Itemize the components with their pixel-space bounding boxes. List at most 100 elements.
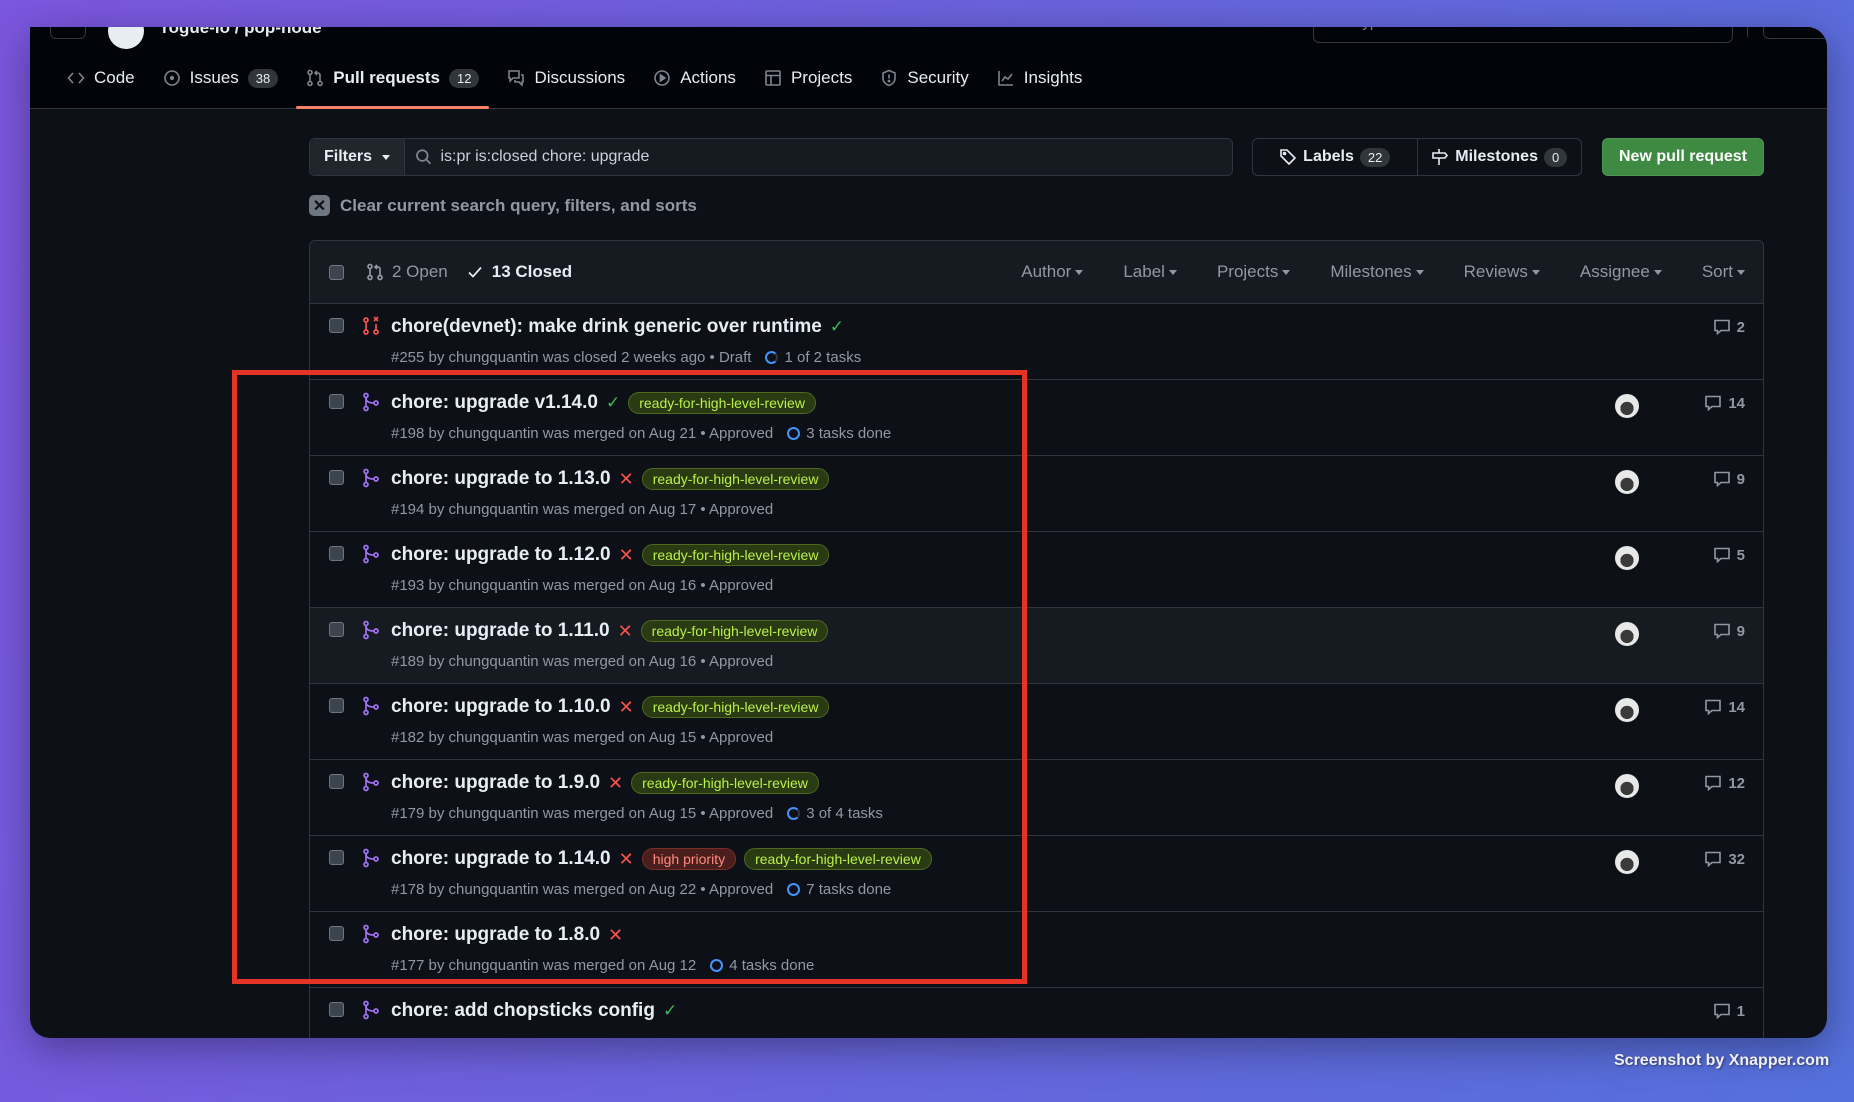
assignee-avatar[interactable] [1615,546,1639,570]
tab-insights[interactable]: Insights [987,62,1093,108]
pr-meta: #179 by chungquantin was merged on Aug 1… [391,805,774,822]
check-failure-icon[interactable]: ✕ [618,621,633,642]
clear-filters-link[interactable]: ✕ Clear current search query, filters, a… [309,195,697,216]
new-pull-request-button[interactable]: New pull request [1602,138,1764,176]
label-badge[interactable]: ready-for-high-level-review [641,696,830,718]
pr-title-link[interactable]: chore: upgrade to 1.13.0 [391,468,611,490]
row-checkbox[interactable] [329,546,344,561]
tab-discussions[interactable]: Discussions [497,62,635,108]
comments-link[interactable]: 14 [1704,394,1745,412]
comments-link[interactable]: 32 [1704,850,1745,868]
tab-issues[interactable]: Issues 38 [153,62,289,108]
sorter-author[interactable]: Author [1021,262,1084,282]
row-checkbox[interactable] [329,926,344,941]
assignee-avatar[interactable] [1615,850,1639,874]
sorter-label[interactable]: Label [1123,262,1177,282]
label-badge[interactable]: ready-for-high-level-review [641,544,830,566]
pr-title-link[interactable]: chore: upgrade to 1.14.0 [391,848,611,870]
comments-link[interactable]: 2 [1713,318,1745,336]
pr-title-link[interactable]: chore: upgrade to 1.9.0 [391,772,600,794]
tab-actions[interactable]: Actions [643,62,746,108]
assignee-avatar[interactable] [1615,622,1639,646]
label-badge[interactable]: ready-for-high-level-review [628,392,816,414]
tab-security[interactable]: Security [870,62,978,108]
tab-pull-requests[interactable]: Pull requests 12 [296,62,490,109]
assignee-avatar[interactable] [1615,698,1639,722]
comments-link[interactable]: 12 [1704,774,1745,792]
row-checkbox[interactable] [329,774,344,789]
check-failure-icon[interactable]: ✕ [619,469,634,490]
sorter-milestones[interactable]: Milestones [1330,262,1424,282]
pull-request-row[interactable]: chore: add chopsticks config ✓ 1 [310,988,1763,1038]
pull-request-row[interactable]: chore: upgrade to 1.13.0 ✕ ready-for-high-… [310,456,1763,532]
sorter-sort[interactable]: Sort [1702,262,1745,282]
select-all-checkbox[interactable] [329,264,344,280]
pr-title-link[interactable]: chore: upgrade to 1.10.0 [391,696,611,718]
pull-request-row[interactable]: chore: upgrade to 1.10.0 ✕ ready-for-high-… [310,684,1763,760]
check-failure-icon[interactable]: ✕ [608,925,623,946]
pr-title-link[interactable]: chore: add chopsticks config [391,1000,655,1022]
open-filter-tab[interactable]: 2 Open [366,262,448,282]
comments-link[interactable]: 1 [1713,1002,1745,1020]
check-failure-icon[interactable]: ✕ [608,773,623,794]
check-success-icon[interactable]: ✓ [663,1001,677,1021]
pull-request-row[interactable]: chore: upgrade to 1.8.0 ✕ #177 by chungqua… [310,912,1763,988]
pr-meta: #255 by chungquantin was closed 2 weeks … [391,349,752,366]
pull-request-row[interactable]: chore: upgrade to 1.11.0 ✕ ready-for-high-… [310,608,1763,684]
check-failure-icon[interactable]: ✕ [619,545,634,566]
row-checkbox[interactable] [329,394,344,409]
pull-request-row[interactable]: chore: upgrade v1.14.0 ✓ ready-for-high-le… [310,380,1763,456]
pull-request-row[interactable]: chore: upgrade to 1.12.0 ✕ ready-for-high-… [310,532,1763,608]
pr-title-link[interactable]: chore: upgrade to 1.11.0 [391,620,610,642]
repo-breadcrumb[interactable]: rogue-io / pop-node [162,27,322,38]
row-checkbox[interactable] [329,318,344,333]
search-field[interactable] [405,139,1232,175]
row-checkbox[interactable] [329,850,344,865]
check-failure-icon[interactable]: ✕ [619,697,634,718]
row-checkbox[interactable] [329,470,344,485]
comments-link[interactable]: 5 [1713,546,1745,564]
github-logo-icon[interactable] [108,27,144,49]
header-action-button[interactable] [1763,27,1827,39]
table-icon [765,70,781,86]
tab-projects[interactable]: Projects [754,62,862,108]
sorter-reviews[interactable]: Reviews [1464,262,1540,282]
labels-button[interactable]: Labels 22 [1253,139,1417,175]
label-badge[interactable]: ready-for-high-level-review [744,848,932,870]
check-failure-icon[interactable]: ✕ [619,849,634,870]
row-checkbox[interactable] [329,1002,344,1017]
pull-request-row[interactable]: chore(devnet): make drink generic over r… [310,304,1763,380]
comments-link[interactable]: 14 [1704,698,1745,716]
milestones-button[interactable]: Milestones 0 [1416,139,1582,175]
comments-link[interactable]: 9 [1713,470,1745,488]
check-success-icon[interactable]: ✓ [606,393,620,413]
search-input[interactable] [440,148,1232,166]
merged-icon [363,924,379,944]
pr-title-link[interactable]: chore: upgrade to 1.8.0 [391,924,600,946]
sorter-assignee[interactable]: Assignee [1580,262,1662,282]
row-checkbox[interactable] [329,698,344,713]
label-badge[interactable]: ready-for-high-level-review [641,468,830,490]
pr-title-link[interactable]: chore: upgrade v1.14.0 [391,392,598,414]
assignee-avatar[interactable] [1615,470,1639,494]
tab-code[interactable]: Code [57,62,145,108]
play-icon [654,70,670,86]
assignee-avatar[interactable] [1615,394,1639,418]
filters-button[interactable]: Filters [310,139,406,175]
global-search[interactable]: Type / to search [1313,27,1733,43]
check-success-icon[interactable]: ✓ [830,317,844,337]
pull-request-row[interactable]: chore: upgrade to 1.14.0 ✕ high priority re… [310,836,1763,912]
closed-filter-tab[interactable]: 13 Closed [466,262,572,282]
label-badge[interactable]: high priority [641,848,737,870]
row-checkbox[interactable] [329,622,344,637]
pr-title-link[interactable]: chore: upgrade to 1.12.0 [391,544,611,566]
comments-link[interactable]: 9 [1713,622,1745,640]
assignee-avatar[interactable] [1615,774,1639,798]
label-badge[interactable]: ready-for-high-level-review [631,772,819,794]
label-badge[interactable]: ready-for-high-level-review [640,620,829,642]
menu-button[interactable] [50,27,86,39]
comment-count: 9 [1736,622,1745,640]
pr-title-link[interactable]: chore(devnet): make drink generic over r… [391,316,822,338]
sorter-projects[interactable]: Projects [1217,262,1291,282]
pull-request-row[interactable]: chore: upgrade to 1.9.0 ✕ ready-for-high-l… [310,760,1763,836]
